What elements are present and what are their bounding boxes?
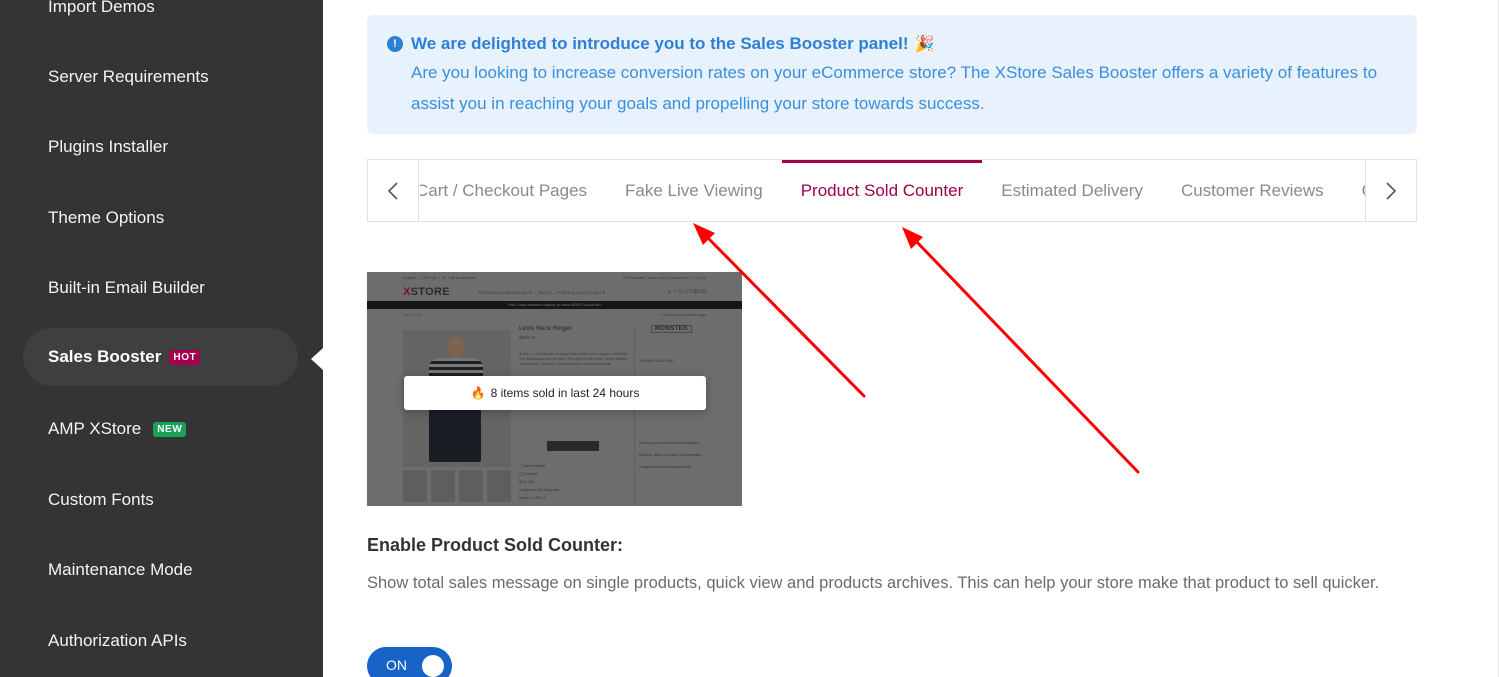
feature-preview-image: English ⌄ USD ($) ⌄ ☏ Call us anytime ✉ … bbox=[367, 272, 742, 506]
preview-divider bbox=[634, 324, 635, 504]
sold-counter-toast: 🔥 8 items sold in last 24 hours bbox=[404, 376, 706, 410]
sidebar-item-label: Import Demos bbox=[48, 0, 155, 16]
preview-product-meta: ♡ Add to wishlist ◯ Compare SKU: N/A Cat… bbox=[519, 464, 561, 500]
tab-label: Fake Live Viewing bbox=[625, 180, 763, 200]
active-item-pointer bbox=[311, 348, 323, 370]
sidebar-item-label: Authorization APIs bbox=[48, 631, 187, 650]
sidebar-item-label: AMP XStore bbox=[48, 419, 142, 438]
sidebar-item-label: Plugins Installer bbox=[48, 137, 169, 156]
sidebar-item-maintenance-mode[interactable]: Maintenance Mode bbox=[23, 541, 298, 599]
tab-label: Customer Reviews bbox=[1180, 180, 1324, 200]
preview-breadcrumb: Home / All bbox=[403, 312, 422, 317]
party-popper-icon: 🎉 bbox=[914, 36, 935, 53]
sidebar-item-email-builder[interactable]: Built-in Email Builder bbox=[23, 259, 298, 317]
tab-cart-checkout-pages[interactable]: Cart / Checkout Pages bbox=[420, 160, 606, 221]
sidebar-item-theme-options[interactable]: Theme Options bbox=[23, 189, 298, 247]
sidebar: Import Demos Server Requirements Plugins… bbox=[0, 0, 323, 677]
sold-counter-text: 8 items sold in last 24 hours bbox=[490, 386, 640, 400]
tab-label: Estimated Delivery bbox=[1001, 180, 1143, 200]
feature-tabs: Cart / Checkout Pages Fake Live Viewing … bbox=[367, 159, 1417, 222]
sidebar-item-import-demos[interactable]: Import Demos bbox=[23, 0, 298, 36]
preview-model-head bbox=[447, 336, 465, 358]
preview-product-title: Levis Neck Ringer bbox=[519, 325, 572, 332]
sidebar-item-server-requirements[interactable]: Server Requirements bbox=[23, 48, 298, 106]
preview-may-also-like: YOU MAY ALSO LIKE... bbox=[639, 359, 677, 363]
info-circle-icon: ! bbox=[387, 36, 403, 52]
tab-estimated-delivery[interactable]: Estimated Delivery bbox=[982, 160, 1162, 221]
sidebar-item-label: Sales Booster bbox=[48, 347, 162, 366]
notice-title-row: ! We are delighted to introduce you to t… bbox=[387, 31, 1397, 57]
preview-topbar-left: English ⌄ USD ($) ⌄ ☏ Call us anytime bbox=[403, 275, 476, 280]
sidebar-item-custom-fonts[interactable]: Custom Fonts bbox=[23, 471, 298, 529]
preview-add-to-cart bbox=[547, 441, 599, 451]
preview-logo-text: STORE bbox=[410, 286, 450, 298]
sidebar-item-sales-booster[interactable]: Sales Booster HOT bbox=[23, 328, 298, 386]
preview-product-price: $800.00 bbox=[519, 335, 536, 340]
enable-sold-counter-toggle[interactable]: ON bbox=[367, 647, 452, 677]
toggle-knob bbox=[422, 655, 444, 677]
preview-return-link: ‹ Return to previous page bbox=[660, 312, 706, 317]
tab-product-sold-counter[interactable]: Product Sold Counter bbox=[781, 160, 983, 221]
tab-track: Cart / Checkout Pages Fake Live Viewing … bbox=[420, 160, 1365, 221]
preview-thumbnails bbox=[403, 470, 511, 504]
toggle-label: ON bbox=[386, 657, 407, 673]
new-badge: NEW bbox=[153, 421, 187, 437]
chevron-left-icon bbox=[387, 181, 398, 200]
preview-video-thumbnail bbox=[487, 470, 511, 502]
tabs-next-button[interactable] bbox=[1365, 160, 1416, 221]
sales-booster-notice: ! We are delighted to introduce you to t… bbox=[367, 15, 1417, 134]
preview-thumbnail bbox=[431, 470, 455, 502]
annotation-arrow-product-sold-counter bbox=[902, 227, 1140, 474]
preview-thumbnail bbox=[403, 470, 427, 502]
tab-fake-live-viewing[interactable]: Fake Live Viewing bbox=[606, 160, 782, 221]
preview-model-shorts bbox=[429, 406, 481, 462]
sidebar-item-authorization-apis[interactable]: Authorization APIs bbox=[23, 612, 298, 670]
notice-line-1: Are you looking to increase conversion r… bbox=[411, 63, 1378, 82]
setting-description: Show total sales message on single produ… bbox=[367, 574, 1380, 592]
sidebar-item-label: Theme Options bbox=[48, 208, 165, 227]
preview-logo: XSTORE bbox=[403, 286, 450, 298]
sidebar-item-label: Custom Fonts bbox=[48, 490, 154, 509]
page: Import Demos Server Requirements Plugins… bbox=[0, 0, 1499, 677]
sidebar-item-label: Maintenance Mode bbox=[48, 560, 193, 579]
preview-promo-bar: Free 2 days standard shipping on orders … bbox=[367, 301, 742, 309]
tab-customer-reviews[interactable]: Customer Reviews bbox=[1162, 160, 1343, 221]
preview-logo-x: X bbox=[403, 286, 411, 298]
preview-header: XSTORE ☰ DEMOS ELEMENTS SHOP ⌄ PAGES ⌄ P… bbox=[367, 284, 742, 300]
sidebar-item-plugins-installer[interactable]: Plugins Installer bbox=[23, 118, 298, 176]
preview-brand-logo: MONSTER bbox=[651, 325, 692, 333]
fire-icon: 🔥 bbox=[470, 386, 486, 400]
preview-thumbnail bbox=[459, 470, 483, 502]
preview-nav-right: ♙ ♡ 0 ▢ 0 $0.00 bbox=[667, 289, 706, 295]
tabs-prev-button[interactable] bbox=[368, 160, 419, 221]
notice-line-2: assist you in reaching your goals and pr… bbox=[411, 94, 985, 113]
preview-perks: Saving your money for next purchases Del… bbox=[639, 441, 702, 469]
sidebar-item-label: Server Requirements bbox=[48, 67, 209, 86]
hot-badge: HOT bbox=[169, 349, 201, 365]
tab-next-partial[interactable]: C bbox=[1343, 160, 1365, 221]
tab-label: Cart / Checkout Pages bbox=[420, 180, 588, 200]
tab-label: Product Sold Counter bbox=[800, 180, 964, 200]
chevron-right-icon bbox=[1386, 181, 1397, 200]
setting-title: Enable Product Sold Counter: bbox=[367, 535, 624, 555]
sidebar-item-amp-xstore[interactable]: AMP XStore NEW bbox=[23, 400, 298, 458]
preview-topbar: English ⌄ USD ($) ⌄ ☏ Call us anytime ✉ … bbox=[367, 272, 742, 282]
preview-product-desc: ★★★☆☆ (3 customer reviews) Etiam mattis … bbox=[519, 352, 628, 366]
preview-topbar-right: ✉ Newsletter Track order Contact us f ✓ … bbox=[622, 275, 706, 280]
notice-title: We are delighted to introduce you to the… bbox=[411, 34, 909, 53]
tab-strip: Cart / Checkout Pages Fake Live Viewing … bbox=[420, 160, 1365, 221]
preview-nav: ☰ DEMOS ELEMENTS SHOP ⌄ PAGES ⌄ PORTFOLI… bbox=[477, 289, 606, 295]
sidebar-item-label: Built-in Email Builder bbox=[48, 278, 205, 297]
